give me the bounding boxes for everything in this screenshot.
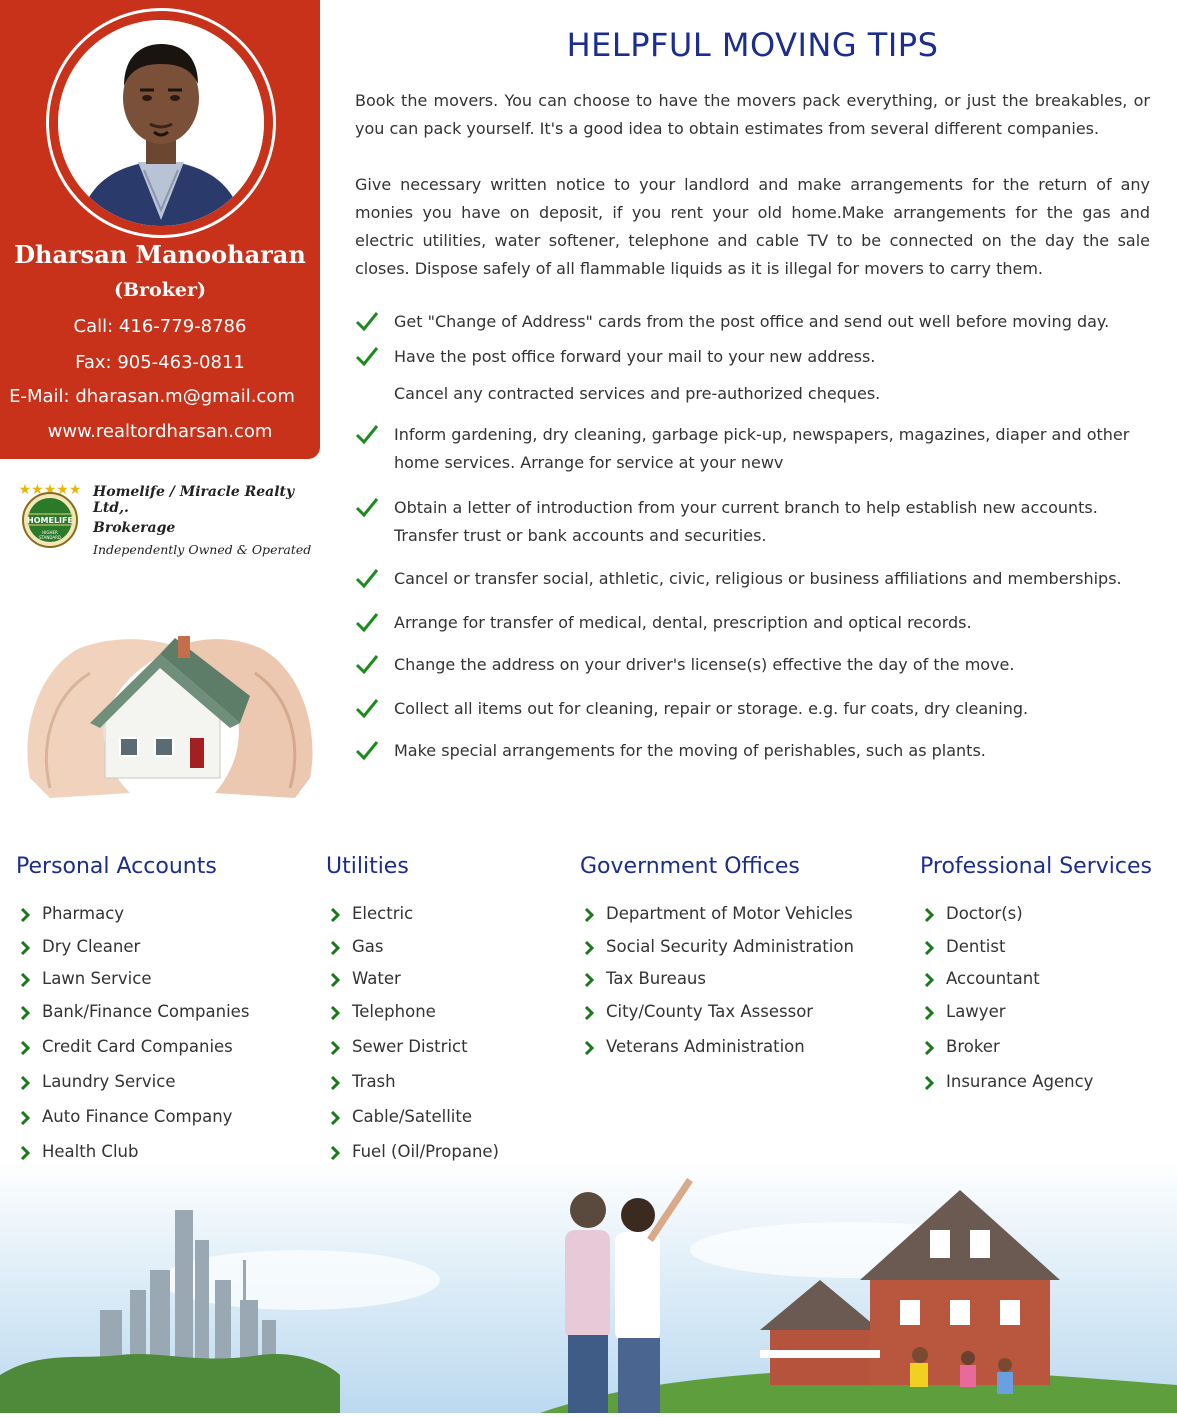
- chevron-right-icon: [330, 1076, 340, 1090]
- agent-email[interactable]: E-Mail: dharasan.m@gmail.com: [0, 386, 312, 407]
- tip-text: Get "Change of Address" cards from the p…: [394, 312, 1110, 331]
- checkmark-icon: [355, 347, 379, 367]
- tip-text: Collect all items out for cleaning, repa…: [394, 699, 1029, 718]
- list-item-label: Fuel (Oil/Propane): [352, 1142, 499, 1161]
- list-item-label: Broker: [946, 1037, 1000, 1056]
- chevron-right-icon: [20, 941, 30, 955]
- list-item-label: Sewer District: [352, 1037, 468, 1056]
- checkmark-icon: [355, 569, 379, 589]
- tip-text: Inform gardening, dry cleaning, garbage …: [394, 425, 1130, 472]
- list-item-label: Cable/Satellite: [352, 1107, 472, 1126]
- brokerage-tagline: Independently Owned & Operated: [93, 542, 312, 557]
- list-item-label: Water: [352, 969, 401, 988]
- intro-paragraph-notice: Give necessary written notice to your la…: [355, 175, 1150, 278]
- checkmark-icon: [355, 699, 379, 719]
- list-item-label: Telephone: [352, 1002, 436, 1021]
- checkmark-icon: [355, 425, 379, 445]
- list-item-label: Bank/Finance Companies: [42, 1002, 250, 1021]
- tip-text: Make special arrangements for the moving…: [394, 741, 986, 760]
- agent-photo-frame: [46, 8, 276, 238]
- chevron-right-icon: [330, 1041, 340, 1055]
- list-item-label: Laundry Service: [42, 1072, 176, 1091]
- list-item-label: Doctor(s): [946, 904, 1023, 923]
- agent-website[interactable]: www.realtordharsan.com: [0, 421, 320, 442]
- chevron-right-icon: [330, 1006, 340, 1020]
- section-personal-accounts: Personal Accounts: [16, 854, 217, 879]
- list-item-label: City/County Tax Assessor: [606, 1002, 814, 1021]
- list-item-label: Lawyer: [946, 1002, 1006, 1021]
- house-in-hands-image: [10, 578, 320, 803]
- tip-text: Cancel or transfer social, athletic, civ…: [394, 569, 1122, 588]
- brokerage-text: Homelife / Miracle Realty Ltd,. Brokerag…: [93, 484, 318, 557]
- list-item-label: Gas: [352, 937, 384, 956]
- agent-phone[interactable]: Call: 416-779-8786: [0, 316, 320, 337]
- homelife-logo-text: HOMELIFE: [27, 516, 73, 525]
- agent-name: Dharsan Manooharan: [14, 240, 306, 269]
- chevron-right-icon: [924, 908, 934, 922]
- chevron-right-icon: [20, 1006, 30, 1020]
- agent-role: (Broker): [114, 279, 206, 301]
- chevron-right-icon: [924, 973, 934, 987]
- list-item-label: Social Security Administration: [606, 937, 854, 956]
- list-item-label: Tax Bureaus: [606, 969, 706, 988]
- chevron-right-icon: [924, 1006, 934, 1020]
- brokerage-block: ★★★★★ HOMELIFE HIGHER STANDARD Homelife …: [18, 480, 318, 557]
- list-item-label: Pharmacy: [42, 904, 125, 923]
- agent-photo: [58, 20, 264, 226]
- chevron-right-icon: [330, 1111, 340, 1125]
- checkmark-icon: [355, 498, 379, 518]
- list-item-label: Credit Card Companies: [42, 1037, 233, 1056]
- checkmark-icon: [355, 312, 379, 332]
- chevron-right-icon: [20, 1076, 30, 1090]
- list-item-label: Trash: [352, 1072, 396, 1091]
- brokerage-name: Homelife / Miracle Realty Ltd,.: [93, 484, 295, 516]
- tip-text: Have the post office forward your mail t…: [394, 347, 876, 366]
- list-item-label: Dry Cleaner: [42, 937, 141, 956]
- chevron-right-icon: [924, 1076, 934, 1090]
- chevron-right-icon: [924, 1041, 934, 1055]
- homelife-logo: ★★★★★ HOMELIFE HIGHER STANDARD: [18, 480, 82, 548]
- chevron-right-icon: [20, 973, 30, 987]
- chevron-right-icon: [584, 1006, 594, 1020]
- chevron-right-icon: [20, 1111, 30, 1125]
- chevron-right-icon: [584, 908, 594, 922]
- chevron-right-icon: [584, 973, 594, 987]
- chevron-right-icon: [20, 908, 30, 922]
- list-item-label: Insurance Agency: [946, 1072, 1094, 1091]
- checkmark-icon: [355, 655, 379, 675]
- list-item-label: Lawn Service: [42, 969, 152, 988]
- list-item-label: Electric: [352, 904, 414, 923]
- chevron-right-icon: [330, 908, 340, 922]
- section-government-offices: Government Offices: [580, 854, 800, 879]
- section-professional-services: Professional Services: [920, 854, 1152, 879]
- chevron-right-icon: [330, 973, 340, 987]
- chevron-right-icon: [20, 1041, 30, 1055]
- checkmark-icon: [355, 613, 379, 633]
- svg-text:STANDARD: STANDARD: [39, 535, 61, 540]
- list-item-label: Department of Motor Vehicles: [606, 904, 853, 923]
- chevron-right-icon: [584, 941, 594, 955]
- list-item-label: Accountant: [946, 969, 1040, 988]
- agent-sidebar: Dharsan Manooharan (Broker) Call: 416-77…: [0, 0, 320, 459]
- brokerage-type: Brokerage: [93, 520, 176, 536]
- chevron-right-icon: [20, 1146, 30, 1160]
- checkmark-icon: [355, 741, 379, 761]
- chevron-right-icon: [330, 941, 340, 955]
- tip-text: Obtain a letter of introduction from you…: [394, 498, 1098, 545]
- chevron-right-icon: [924, 941, 934, 955]
- agent-fax: Fax: 905-463-0811: [75, 352, 245, 373]
- chevron-right-icon: [330, 1146, 340, 1160]
- tip-text: Change the address on your driver's lice…: [394, 655, 1015, 674]
- footer-landscape-image: [0, 1160, 1177, 1413]
- section-utilities: Utilities: [326, 854, 409, 879]
- list-item-label: Dentist: [946, 937, 1006, 956]
- list-item-label: Auto Finance Company: [42, 1107, 233, 1126]
- page-title: HELPFUL MOVING TIPS: [566, 26, 939, 64]
- chevron-right-icon: [584, 1041, 594, 1055]
- list-item-label: Veterans Administration: [606, 1037, 805, 1056]
- tip-text: Cancel any contracted services and pre-a…: [394, 384, 881, 403]
- intro-paragraph-movers: Book the movers. You can choose to have …: [355, 91, 1150, 138]
- list-item-label: Health Club: [42, 1142, 139, 1161]
- tip-text: Arrange for transfer of medical, dental,…: [394, 613, 972, 632]
